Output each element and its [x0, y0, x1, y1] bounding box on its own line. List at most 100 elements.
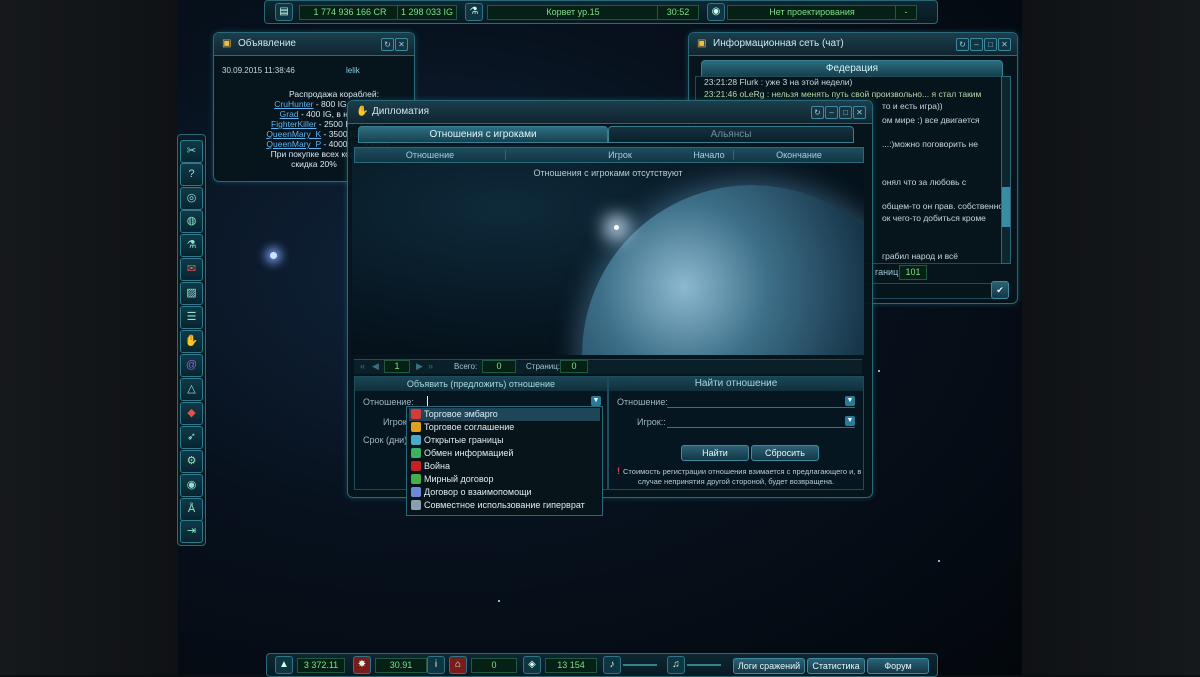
maximize-icon[interactable]: □	[984, 38, 997, 51]
pages-label: Страниц:	[526, 362, 561, 371]
minimize-icon[interactable]: –	[825, 106, 838, 119]
option-label: Война	[424, 461, 451, 471]
mail-icon[interactable]: ✉	[180, 258, 203, 281]
chevron-down-icon[interactable]: ▼	[845, 416, 855, 426]
option-label: Совместное использование гиперврат	[424, 500, 585, 510]
ship-link[interactable]: QueenMary_P	[266, 139, 321, 149]
faction-icon[interactable]: ◆	[180, 402, 203, 425]
planet-icon[interactable]: ◍	[180, 210, 203, 233]
refresh-icon[interactable]: ↻	[811, 106, 824, 119]
chat-icon[interactable]: ☰	[180, 306, 203, 329]
attack-icon[interactable]: ✸	[353, 656, 371, 674]
star	[498, 600, 500, 602]
send-button[interactable]: ✔	[991, 281, 1009, 299]
coins-icon[interactable]: ◎	[180, 187, 203, 210]
option-label: Торговое соглашение	[424, 422, 515, 432]
alliance-icon[interactable]: △	[180, 378, 203, 401]
cost-note-line2: случае непринятия другой стороной, будет…	[637, 477, 835, 486]
handshake-icon[interactable]: ✋	[180, 330, 203, 353]
chart-icon[interactable]: ▨	[180, 282, 203, 305]
column-header[interactable]: Окончание	[733, 150, 864, 160]
tab-alliances[interactable]: Альянсы	[608, 126, 854, 143]
ship-link[interactable]: Grad	[280, 109, 299, 119]
design-icon[interactable]: ◉	[707, 3, 725, 21]
close-icon[interactable]: ✕	[998, 38, 1011, 51]
chat-titlebar[interactable]: ▣ Информационная сеть (чат) ↻ – □ ✕	[689, 33, 1017, 56]
music-slider[interactable]	[687, 664, 721, 666]
find-relation-select[interactable]: ▼	[667, 396, 855, 408]
battle-logs-button[interactable]: Логи сражений	[733, 658, 805, 674]
announcement-heading: Распродажа кораблей:	[289, 89, 379, 99]
war-icon	[411, 461, 421, 471]
chat-message: 23:21:46 oLeRg : нельзя менять путь свой…	[704, 89, 982, 99]
stat-value: 3 372.11	[297, 658, 345, 673]
defense-icon[interactable]: ⌂	[449, 656, 467, 674]
chevron-down-icon[interactable]: ▼	[845, 396, 855, 406]
first-page-icon[interactable]: «	[360, 361, 365, 371]
scrollbar-thumb[interactable]	[1002, 187, 1010, 227]
settings-icon[interactable]: ⚙	[180, 450, 203, 473]
prev-page-icon[interactable]: ◀	[372, 361, 379, 372]
close-icon[interactable]: ✕	[395, 38, 408, 51]
tab-federation[interactable]: Федерация	[701, 60, 1003, 77]
option-label: Открытые границы	[424, 435, 504, 445]
maximize-icon[interactable]: □	[839, 106, 852, 119]
last-page-icon[interactable]: »	[428, 361, 433, 371]
music-icon[interactable]: ♫	[667, 656, 685, 674]
announcement-titlebar[interactable]: ▣ Объявление ↻ ✕	[214, 33, 414, 56]
column-header[interactable]: Отношение	[355, 150, 505, 160]
option-label: Обмен информацией	[424, 448, 514, 458]
ship-link[interactable]: CruHunter	[274, 99, 313, 109]
design-extra: -	[895, 5, 917, 20]
option-label: Мирный договор	[424, 474, 494, 484]
embargo-icon	[411, 409, 421, 419]
fleet-icon[interactable]: ➶	[180, 426, 203, 449]
ship-link[interactable]: QueenMary_K	[266, 129, 321, 139]
exit-icon[interactable]: ⇥	[180, 520, 203, 543]
academy-icon[interactable]: Å	[180, 498, 203, 521]
statistics-button[interactable]: Статистика	[807, 658, 865, 674]
page-number[interactable]: 1	[384, 360, 410, 373]
close-icon[interactable]: ✕	[853, 106, 866, 119]
handshake-icon: ✋	[356, 106, 369, 117]
forum-button[interactable]: Форум	[867, 658, 929, 674]
minimize-icon[interactable]: –	[970, 38, 983, 51]
announcement-date: 30.09.2015 11:38:46	[222, 66, 295, 75]
dropdown-option[interactable]: Торговое эмбарго	[409, 408, 600, 421]
design-status: Нет проектирования	[727, 5, 897, 20]
hypergate-icon	[411, 500, 421, 510]
star	[938, 560, 940, 562]
wallet-icon[interactable]: ▤	[275, 3, 293, 21]
refresh-icon[interactable]: ↻	[956, 38, 969, 51]
sound-icon[interactable]: ♪	[603, 656, 621, 674]
trade-icon	[411, 422, 421, 432]
chevron-down-icon[interactable]: ▼	[591, 396, 601, 406]
info-exchange-icon	[411, 448, 421, 458]
shield-icon[interactable]: ◈	[523, 656, 541, 674]
diplomacy-titlebar[interactable]: ✋ Дипломатия ↻ – □ ✕	[348, 101, 872, 124]
find-button[interactable]: Найти	[681, 445, 749, 461]
ship-link[interactable]: FighterKiller	[271, 119, 316, 129]
refresh-icon[interactable]: ↻	[381, 38, 394, 51]
tools-icon[interactable]: ✂	[180, 140, 203, 163]
next-page-icon[interactable]: ▶	[416, 361, 423, 372]
eye-icon[interactable]: ◉	[180, 474, 203, 497]
info-icon[interactable]: i	[427, 656, 445, 674]
help-icon[interactable]: ?	[180, 163, 203, 186]
declare-title: Объявить (предложить) отношение	[355, 377, 607, 391]
announcement-author[interactable]: lelik	[346, 66, 360, 75]
find-player-select[interactable]: ▼	[667, 416, 855, 428]
sound-slider[interactable]	[623, 664, 657, 666]
tab-players[interactable]: Отношения с игроками	[358, 126, 608, 143]
text-cursor	[427, 396, 428, 406]
flask-icon[interactable]: ⚗	[180, 234, 203, 257]
reset-button[interactable]: Сбросить	[751, 445, 819, 461]
find-title: Найти отношение	[609, 377, 863, 391]
spiral-icon[interactable]: @	[180, 354, 203, 377]
chat-message: то и есть игра))	[882, 101, 943, 111]
warning-icon: !	[617, 466, 620, 476]
flask-icon[interactable]: ⚗	[465, 3, 483, 21]
fleet-icon[interactable]: ▲	[275, 656, 293, 674]
chat-scrollbar[interactable]	[1001, 76, 1011, 264]
star	[270, 252, 277, 259]
